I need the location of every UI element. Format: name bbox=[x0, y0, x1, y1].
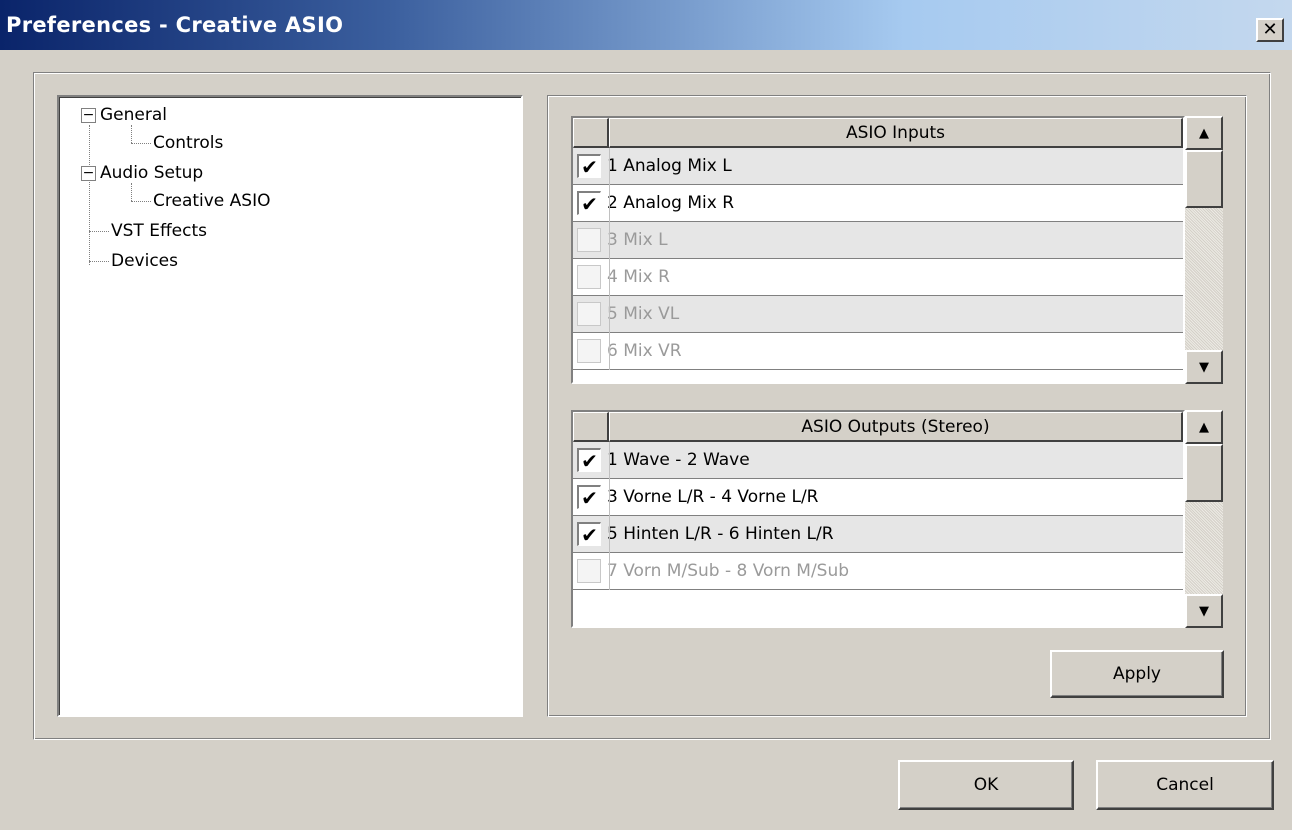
arrow-down-icon: ▼ bbox=[1199, 359, 1209, 375]
checkbox-unchecked[interactable] bbox=[577, 228, 601, 252]
table-row[interactable]: ✔ 3 Vorne L/R - 4 Vorne L/R bbox=[573, 479, 1183, 516]
row-label: 5 Hinten L/R - 6 Hinten L/R bbox=[607, 524, 834, 544]
scroll-down-button[interactable]: ▼ bbox=[1185, 594, 1223, 628]
row-label: 1 Analog Mix L bbox=[607, 156, 732, 176]
tree-connector bbox=[89, 261, 109, 262]
tree-connector bbox=[89, 125, 90, 265]
tree-item-devices[interactable]: Devices bbox=[111, 251, 178, 271]
checkbox-column-header[interactable] bbox=[573, 118, 609, 148]
table-row[interactable]: 7 Vorn M/Sub - 8 Vorn M/Sub bbox=[573, 553, 1183, 590]
checkbox-checked[interactable]: ✔ bbox=[577, 485, 601, 509]
column-separator bbox=[609, 296, 610, 333]
scroll-thumb[interactable] bbox=[1185, 444, 1223, 502]
row-label: 7 Vorn M/Sub - 8 Vorn M/Sub bbox=[607, 561, 850, 581]
checkbox-column-header[interactable] bbox=[573, 412, 609, 442]
row-label: 3 Vorne L/R - 4 Vorne L/R bbox=[607, 487, 819, 507]
column-separator bbox=[609, 442, 610, 479]
ok-button[interactable]: OK bbox=[898, 760, 1074, 810]
tree-item-audio-setup[interactable]: − Audio Setup bbox=[81, 163, 203, 183]
tree-item-label: Creative ASIO bbox=[153, 191, 271, 211]
table-row[interactable]: 6 Mix VR bbox=[573, 333, 1183, 370]
table-row[interactable]: ✔ 2 Analog Mix R bbox=[573, 185, 1183, 222]
table-row[interactable]: 4 Mix R bbox=[573, 259, 1183, 296]
outputs-scrollbar[interactable]: ▲ ▼ bbox=[1185, 410, 1223, 628]
table-row[interactable]: ✔ 5 Hinten L/R - 6 Hinten L/R bbox=[573, 516, 1183, 553]
checkmark-icon: ✔ bbox=[581, 191, 598, 216]
tree-item-label: Controls bbox=[153, 133, 224, 153]
arrow-up-icon: ▲ bbox=[1199, 125, 1209, 141]
preferences-tree: − General Controls − Audio Setup Creativ… bbox=[57, 95, 523, 717]
tree-item-creative-asio[interactable]: Creative ASIO bbox=[153, 191, 271, 211]
tree-connector bbox=[131, 201, 151, 202]
tree-item-label: Audio Setup bbox=[100, 163, 204, 183]
tree-connector bbox=[131, 125, 132, 143]
tree-connector bbox=[89, 231, 109, 232]
scroll-up-button[interactable]: ▲ bbox=[1185, 410, 1223, 444]
window-title: Preferences - Creative ASIO bbox=[6, 13, 344, 37]
checkmark-icon: ✔ bbox=[581, 448, 598, 473]
cancel-button[interactable]: Cancel bbox=[1096, 760, 1274, 810]
row-label: 1 Wave - 2 Wave bbox=[607, 450, 750, 470]
tree-item-label: Devices bbox=[111, 251, 178, 271]
checkbox-checked[interactable]: ✔ bbox=[577, 154, 601, 178]
checkbox-unchecked[interactable] bbox=[577, 302, 601, 326]
apply-button[interactable]: Apply bbox=[1050, 650, 1224, 698]
tree-item-label: VST Effects bbox=[111, 221, 207, 241]
tree-connector bbox=[131, 183, 132, 201]
checkmark-icon: ✔ bbox=[581, 485, 598, 510]
scroll-up-button[interactable]: ▲ bbox=[1185, 116, 1223, 150]
column-separator bbox=[609, 553, 610, 590]
inputs-scrollbar[interactable]: ▲ ▼ bbox=[1185, 116, 1223, 384]
column-separator bbox=[609, 148, 610, 185]
checkbox-checked[interactable]: ✔ bbox=[577, 191, 601, 215]
tree-item-label: General bbox=[100, 105, 167, 125]
table-row[interactable]: ✔ 1 Wave - 2 Wave bbox=[573, 442, 1183, 479]
row-label: 2 Analog Mix R bbox=[607, 193, 735, 213]
list-header: ASIO Outputs (Stereo) bbox=[573, 412, 1183, 442]
close-button[interactable]: ✕ bbox=[1256, 18, 1284, 42]
tree-item-controls[interactable]: Controls bbox=[153, 133, 223, 153]
title-bar: Preferences - Creative ASIO ✕ bbox=[0, 0, 1292, 50]
arrow-down-icon: ▼ bbox=[1199, 603, 1209, 619]
close-icon: ✕ bbox=[1262, 19, 1278, 40]
asio-outputs-column-header[interactable]: ASIO Outputs (Stereo) bbox=[609, 412, 1183, 442]
collapse-icon[interactable]: − bbox=[81, 107, 96, 123]
column-separator bbox=[609, 185, 610, 222]
arrow-up-icon: ▲ bbox=[1199, 419, 1209, 435]
checkbox-unchecked[interactable] bbox=[577, 559, 601, 583]
column-separator bbox=[609, 516, 610, 553]
column-separator bbox=[609, 479, 610, 516]
table-row[interactable]: ✔ 1 Analog Mix L bbox=[573, 148, 1183, 185]
tree-item-general[interactable]: − General bbox=[81, 105, 167, 125]
tree-item-vst-effects[interactable]: VST Effects bbox=[111, 221, 207, 241]
row-label: 4 Mix R bbox=[607, 267, 670, 287]
column-separator bbox=[609, 222, 610, 259]
row-label: 3 Mix L bbox=[607, 230, 668, 250]
list-header: ASIO Inputs bbox=[573, 118, 1183, 148]
collapse-icon[interactable]: − bbox=[81, 165, 96, 181]
scroll-thumb[interactable] bbox=[1185, 150, 1223, 208]
checkbox-checked[interactable]: ✔ bbox=[577, 522, 601, 546]
asio-inputs-column-header[interactable]: ASIO Inputs bbox=[609, 118, 1183, 148]
checkmark-icon: ✔ bbox=[581, 154, 598, 179]
checkmark-icon: ✔ bbox=[581, 522, 598, 547]
table-row[interactable]: 5 Mix VL bbox=[573, 296, 1183, 333]
asio-inputs-list: ASIO Inputs ✔ 1 Analog Mix L ✔ 2 Analog Mix… bbox=[571, 116, 1185, 384]
checkbox-unchecked[interactable] bbox=[577, 339, 601, 363]
asio-outputs-list: ASIO Outputs (Stereo) ✔ 1 Wave - 2 Wave ✔ 3… bbox=[571, 410, 1185, 628]
checkbox-unchecked[interactable] bbox=[577, 265, 601, 289]
row-label: 6 Mix VR bbox=[607, 341, 682, 361]
column-separator bbox=[609, 259, 610, 296]
table-row[interactable]: 3 Mix L bbox=[573, 222, 1183, 259]
scroll-down-button[interactable]: ▼ bbox=[1185, 350, 1223, 384]
column-separator bbox=[609, 333, 610, 370]
tree-connector bbox=[131, 143, 151, 144]
row-label: 5 Mix VL bbox=[607, 304, 680, 324]
checkbox-checked[interactable]: ✔ bbox=[577, 448, 601, 472]
